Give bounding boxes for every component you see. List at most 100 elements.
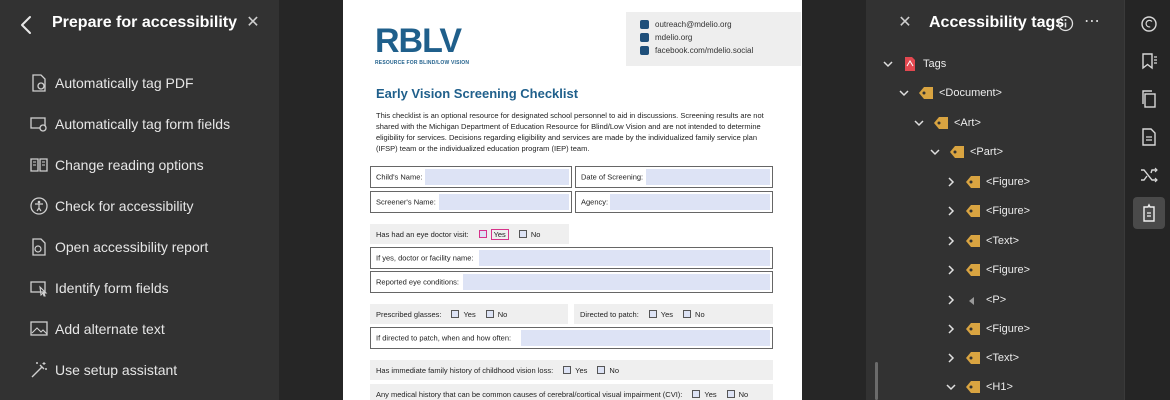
glasses-yes-checkbox[interactable] [451,310,460,318]
screener-name-input[interactable] [439,194,569,210]
tool-label: Open accessibility report [55,238,209,255]
reading-options-icon [30,157,48,172]
close-icon[interactable]: ✕ [244,14,262,32]
order-icon [1141,167,1158,183]
pages-button[interactable] [1133,83,1165,115]
contact-email[interactable]: outreach@mdelio.org [640,18,801,31]
contact-box: outreach@mdelio.org mdelio.org facebook.… [626,12,801,66]
tree-node-h1[interactable]: <H1> [945,376,1013,398]
chevron-right-icon[interactable] [945,323,957,335]
chevron-right-icon[interactable] [945,294,957,306]
content-icon [969,297,974,305]
tool-check-accessibility[interactable]: Check for accessibility [0,185,279,226]
eye-doctor-no-checkbox[interactable] [518,230,527,238]
doctor-name-input[interactable] [479,250,770,266]
tag-icon [966,352,980,364]
family-no-checkbox[interactable] [597,366,606,374]
document-button[interactable] [1133,121,1165,153]
tool-identify-form-fields[interactable]: Identify form fields [0,267,279,308]
pdf-page[interactable]: RBLV RESOURCE FOR BLIND/LOW VISION outre… [343,0,802,400]
tree-node-figure[interactable]: <Figure> [945,171,1030,193]
identify-form-fields-icon [30,280,48,297]
tool-auto-tag-pdf[interactable]: Automatically tag PDF [0,62,279,103]
tags-panel-button[interactable] [1133,197,1165,229]
contact-web[interactable]: mdelio.org [640,31,801,44]
info-icon[interactable] [1057,15,1074,32]
facebook-icon [640,46,649,55]
pdf-icon [905,57,915,71]
tree-node-art[interactable]: <Art> [913,112,981,134]
chevron-right-icon[interactable] [945,235,957,247]
tree-node-tags[interactable]: Tags [882,53,946,75]
patch-no-checkbox[interactable] [683,310,692,318]
doctor-name-field[interactable]: If yes, doctor or facility name: [370,247,773,269]
tag-icon [919,87,933,99]
glasses-no-checkbox[interactable] [485,310,494,318]
tool-label: Check for accessibility [55,197,194,214]
tree-node-document[interactable]: <Document> [898,82,1002,104]
tree-node-text[interactable]: <Text> [945,347,1019,369]
chevron-down-icon[interactable] [882,58,894,70]
tool-label: Automatically tag form fields [55,115,231,132]
panel-title: Prepare for accessibility [52,14,237,31]
right-toolbar [1124,0,1170,400]
screener-name-field[interactable]: Screener's Name: [370,191,572,213]
tool-label: Change reading options [55,156,204,173]
eye-conditions-field[interactable]: Reported eye conditions: [370,271,773,293]
chevron-down-icon[interactable] [898,87,910,99]
contact-facebook[interactable]: facebook.com/mdelio.social [640,44,801,57]
patch-when-input[interactable] [521,330,770,346]
tag-icon [966,205,980,217]
tool-list: Automatically tag PDF Automatically tag … [0,62,279,390]
tree-node-figure[interactable]: <Figure> [945,200,1030,222]
cvi-no-checkbox[interactable] [726,390,735,398]
family-yes-checkbox[interactable] [563,366,572,374]
tool-reading-options[interactable]: Change reading options [0,144,279,185]
chevron-right-icon[interactable] [945,176,957,188]
back-arrow-icon[interactable] [16,14,38,36]
tree-node-figure[interactable]: <Figure> [945,259,1030,281]
tag-icon [950,146,964,158]
bookmark-button[interactable] [1133,45,1165,77]
date-screening-input[interactable] [646,169,770,185]
eye-conditions-input[interactable] [463,274,770,290]
chevron-down-icon[interactable] [945,381,957,393]
tree-node-figure[interactable]: <Figure> [945,318,1030,340]
document-canvas[interactable]: RBLV RESOURCE FOR BLIND/LOW VISION outre… [279,0,866,400]
chevron-down-icon[interactable] [913,117,925,129]
tool-auto-tag-form[interactable]: Automatically tag form fields [0,103,279,144]
child-name-field[interactable]: Child's Name: [370,166,572,188]
pages-icon [1142,90,1156,108]
tool-label: Identify form fields [55,279,169,296]
tool-alt-text[interactable]: Add alternate text [0,308,279,349]
tool-accessibility-report[interactable]: Open accessibility report [0,226,279,267]
child-name-input[interactable] [425,169,569,185]
tool-label: Automatically tag PDF [55,74,194,91]
email-icon [640,20,649,29]
reading-order-button[interactable] [1133,159,1165,191]
date-screening-field[interactable]: Date of Screening: [575,166,773,188]
chevron-right-icon[interactable] [945,205,957,217]
agency-field[interactable]: Agency: [575,191,773,213]
chevron-right-icon[interactable] [945,264,957,276]
yes-label: Yes [490,228,509,240]
close-icon[interactable]: ✕ [896,14,914,32]
tree-node-p[interactable]: <P> [945,289,1006,311]
tree-node-text[interactable]: <Text> [945,230,1019,252]
web-icon [640,33,649,42]
tool-setup-assistant[interactable]: Use setup assistant [0,349,279,390]
tags-scrollbar[interactable] [875,362,878,400]
comment-button[interactable] [1133,8,1165,40]
acrobat-window: Prepare for accessibility ✕ Automaticall… [0,0,1170,400]
tree-node-part[interactable]: <Part> [929,141,1003,163]
chevron-down-icon[interactable] [929,146,941,158]
tags-panel-title: Accessibility tags [929,14,1065,31]
patch-yes-checkbox[interactable] [648,310,657,318]
eye-doctor-yes-checkbox[interactable] [478,230,487,238]
more-options-icon[interactable]: ⋯ [1084,13,1104,33]
patch-when-field[interactable]: If directed to patch, when and how often… [370,327,773,349]
auto-tag-form-icon [30,116,47,132]
agency-input[interactable] [610,194,770,210]
chevron-right-icon[interactable] [945,352,957,364]
cvi-yes-checkbox[interactable] [692,390,701,398]
